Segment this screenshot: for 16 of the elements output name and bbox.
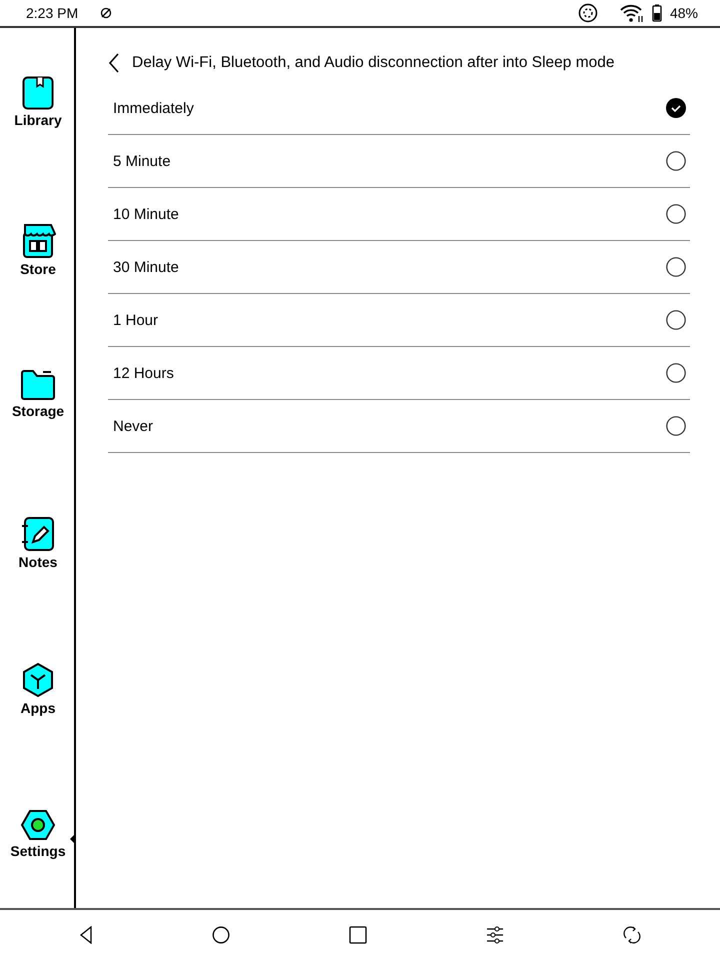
sidebar-item[interactable]: Settings (0, 808, 76, 858)
option-row[interactable]: 1 Hour (108, 294, 690, 347)
sidebar-item[interactable]: Notes (0, 516, 76, 570)
battery-percent: 48% (670, 5, 698, 21)
sidebar-item[interactable]: Apps (0, 662, 76, 716)
option-row[interactable]: 10 Minute (108, 188, 690, 241)
page-title: Delay Wi-Fi, Bluetooth, and Audio disconnection after into Sleep mode (132, 54, 614, 72)
option-row[interactable]: 5 Minute (108, 135, 690, 188)
option-row[interactable]: Never (108, 400, 690, 453)
option-row[interactable]: 12 Hours (108, 347, 690, 400)
sidebar-item[interactable]: Storage (0, 369, 76, 419)
sidebar-item[interactable]: Store (0, 222, 76, 276)
option-row[interactable]: 30 Minute (108, 241, 690, 294)
option-row[interactable]: Immediately (108, 82, 690, 135)
sidebar-item[interactable]: Library (0, 76, 76, 128)
status-time: 2:23 PM (26, 5, 78, 21)
